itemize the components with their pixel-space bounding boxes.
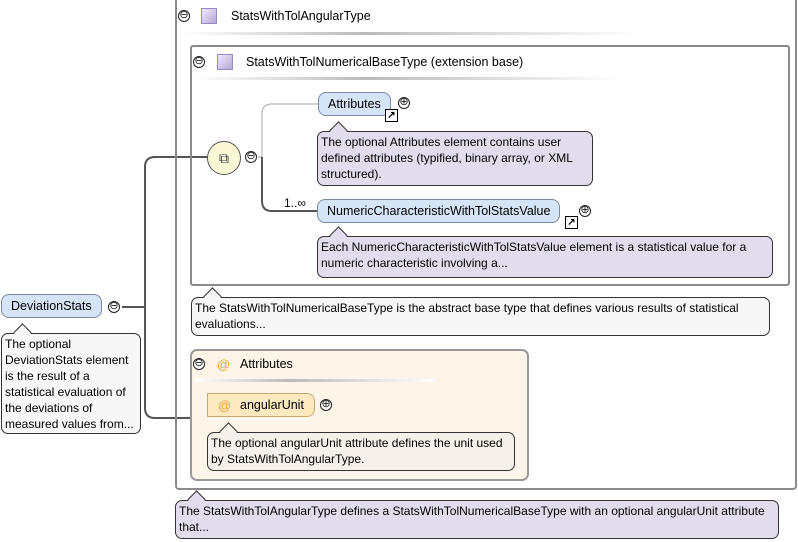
type-title: StatsWithTolAngularType [231, 9, 371, 23]
divider [195, 77, 625, 80]
collapse-base-type-button[interactable]: ⊖ [193, 56, 205, 68]
deviation-stats-doc: The optional DeviationStats element is t… [1, 333, 141, 434]
reference-link-icon: ↗ [565, 216, 578, 229]
collapse-attributes-group-button[interactable]: ⊖ [193, 358, 205, 370]
collapse-sequence-button[interactable]: ⊖ [245, 151, 257, 163]
attributes-group-title: Attributes [240, 357, 293, 371]
divider [180, 32, 640, 35]
base-type-doc: The StatsWithTolNumericalBaseType is the… [191, 297, 770, 336]
attribute-angular-unit[interactable]: @ angularUnit [207, 393, 315, 417]
complex-type-icon [201, 8, 217, 24]
numeric-doc: Each NumericCharacteristicWithTolStatsVa… [317, 236, 773, 278]
expand-numeric-button[interactable]: ⊕ [579, 205, 591, 217]
base-type-title: StatsWithTolNumericalBaseType (extension… [246, 55, 524, 69]
attributes-doc: The optional Attributes element contains… [317, 131, 593, 186]
reference-link-icon: ↗ [385, 109, 398, 122]
cardinality-label: 1..∞ [284, 196, 306, 210]
element-deviation-stats[interactable]: DeviationStats [1, 294, 102, 318]
attribute-name: angularUnit [240, 398, 304, 412]
collapse-type-button[interactable]: ⊖ [178, 10, 190, 22]
expand-angular-unit-button[interactable]: ⊕ [320, 399, 332, 411]
divider [194, 379, 434, 382]
expand-attributes-button[interactable]: ⊕ [398, 97, 410, 109]
angular-unit-doc: The optional angularUnit attribute defin… [207, 432, 515, 471]
element-numeric-characteristic[interactable]: NumericCharacteristicWithTolStatsValue [317, 199, 561, 223]
collapse-deviation-stats-button[interactable]: ⊖ [108, 301, 120, 313]
attribute-icon: @ [217, 357, 231, 372]
type-doc: The StatsWithTolAngularType defines a St… [175, 500, 779, 539]
complex-type-icon [217, 54, 233, 70]
element-attributes[interactable]: Attributes [318, 92, 391, 116]
attribute-icon: @ [218, 398, 232, 413]
sequence-compositor-icon[interactable]: ⧉ [207, 141, 241, 175]
